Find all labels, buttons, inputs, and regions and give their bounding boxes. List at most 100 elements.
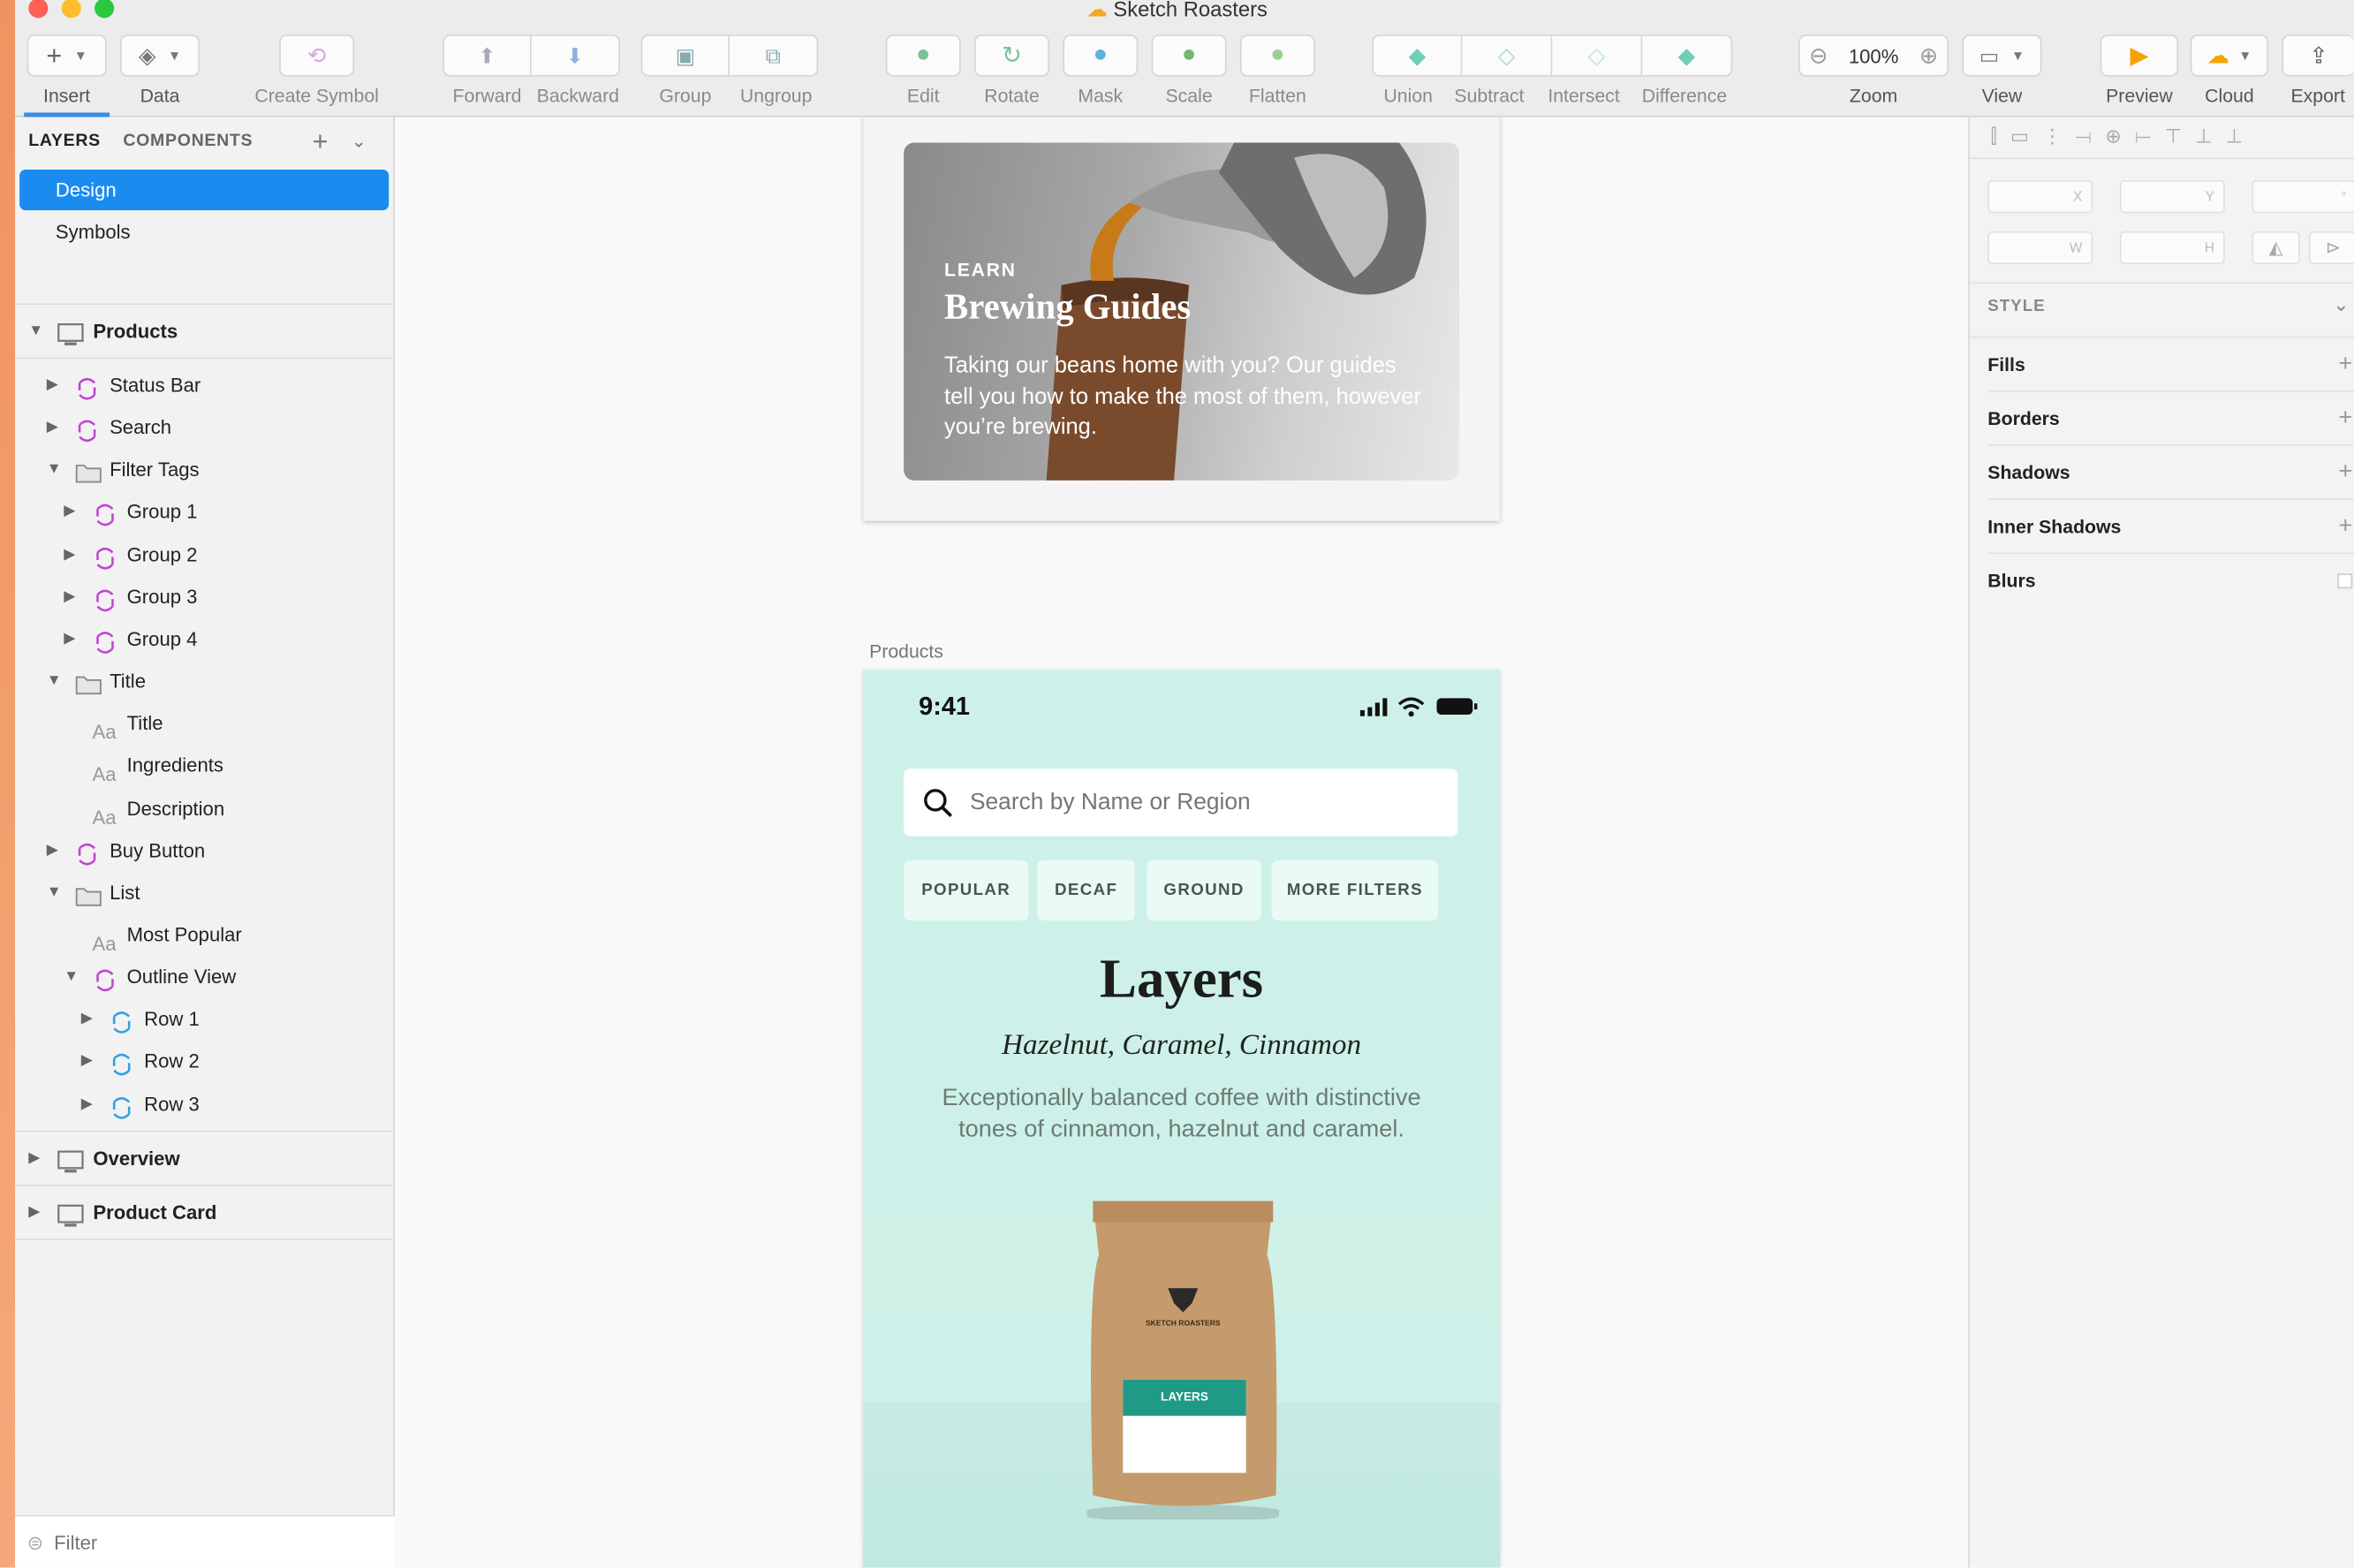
add-inner-shadow-icon[interactable]: + (2338, 500, 2352, 554)
layer-row[interactable]: ▶ Buy Button (15, 829, 395, 872)
zoom-out-icon[interactable]: ⊖ (1809, 42, 1828, 69)
forward-button[interactable]: ⬆ (443, 34, 532, 77)
disclosure-closed-icon[interactable]: ▶ (47, 829, 58, 872)
layer-row[interactable]: ▶ Status Bar (15, 365, 395, 407)
layer-row[interactable]: ▶ Row 2 (15, 1041, 395, 1083)
edit-button[interactable]: ● (885, 34, 961, 77)
disclosure-closed-icon[interactable]: ▶ (64, 492, 75, 534)
x-field[interactable]: X (1987, 179, 2093, 214)
filter-tag-popular[interactable]: POPULAR (904, 860, 1029, 920)
add-fill-icon[interactable]: + (2338, 337, 2352, 391)
add-page-icon[interactable]: + (313, 126, 329, 158)
add-shadow-icon[interactable]: + (2338, 446, 2352, 500)
rotate-button[interactable]: ↻ (974, 34, 1050, 77)
disclosure-closed-icon[interactable]: ▶ (81, 1083, 93, 1125)
export-button[interactable]: ⇪ (2282, 34, 2354, 77)
page-symbols[interactable]: Symbols (19, 212, 389, 253)
layer-row[interactable]: ▶ Row 1 (15, 999, 395, 1042)
disclosure-open-icon[interactable]: ▼ (47, 872, 62, 914)
layer-row[interactable]: ▶ Group 4 (15, 618, 395, 661)
view-button[interactable]: ▭ ▼ (1962, 34, 2042, 77)
rotation-field[interactable]: ° (2252, 179, 2354, 214)
difference-button[interactable]: ◆ (1642, 34, 1733, 77)
layer-row[interactable]: Aa Title (15, 703, 395, 746)
flatten-button[interactable]: ● (1239, 34, 1315, 77)
filter-tag-more[interactable]: MORE FILTERS (1271, 860, 1439, 920)
tab-components[interactable]: COMPONENTS (123, 133, 253, 150)
align-icons[interactable]: ⫿▭⋮⟞⊕⟝⊤⊥⊥ (1991, 125, 2257, 147)
filter-tag-decaf[interactable]: DECAF (1037, 860, 1135, 920)
create-symbol-button[interactable]: ⟲ (279, 34, 355, 77)
artboard-overview[interactable]: ▶ Overview (15, 1138, 395, 1180)
group-button[interactable]: ▣ (640, 34, 730, 77)
disclosure-closed-icon[interactable]: ▶ (64, 534, 75, 576)
layer-row[interactable]: ▼ Filter Tags (15, 450, 395, 492)
blurs-row[interactable]: Blurs (1987, 554, 2354, 608)
layer-row[interactable]: ▼ Title (15, 661, 395, 703)
artboard-products[interactable]: 9:41 POPULAR DECAF GROUND MORE FILTERS L… (863, 670, 1500, 1568)
cloud-button[interactable]: ☁ ▼ (2190, 34, 2269, 77)
y-field[interactable]: Y (2119, 179, 2225, 214)
insert-button[interactable]: + ▼ (26, 34, 107, 77)
tab-layers[interactable]: LAYERS (28, 133, 101, 150)
disclosure-closed-icon[interactable]: ▶ (47, 365, 58, 407)
zoom-in-icon[interactable]: ⊕ (1919, 42, 1938, 69)
mask-button[interactable]: ● (1063, 34, 1139, 77)
layer-row[interactable]: Aa Ingredients (15, 746, 395, 788)
layer-row[interactable]: ▶ Row 3 (15, 1083, 395, 1125)
disclosure-open-icon[interactable]: ▼ (47, 450, 62, 492)
page-design[interactable]: Design (19, 170, 390, 210)
disclosure-closed-icon[interactable]: ▶ (81, 999, 93, 1042)
disclosure-closed-icon[interactable]: ▶ (81, 1041, 93, 1083)
h-field[interactable]: H (2119, 231, 2225, 265)
blur-checkbox[interactable] (2337, 573, 2353, 589)
layer-row[interactable]: ▼ List (15, 872, 395, 914)
flip-vertical-icon[interactable]: ⊳ (2308, 231, 2354, 265)
intersect-button[interactable]: ◇ (1552, 34, 1643, 77)
fills-row[interactable]: Fills + (1987, 337, 2354, 392)
layer-row[interactable]: ▶ Group 3 (15, 576, 395, 618)
layer-row[interactable]: ▶ Group 1 (15, 492, 395, 534)
signal-icon (1359, 698, 1388, 716)
borders-row[interactable]: Borders + (1987, 392, 2354, 446)
layer-row[interactable]: ▶ Group 2 (15, 534, 395, 576)
scale-button[interactable]: ● (1151, 34, 1227, 77)
disclosure-closed-icon[interactable]: ▶ (64, 576, 75, 618)
ungroup-button[interactable]: ⧉ (730, 34, 819, 77)
search-input[interactable] (969, 784, 1420, 820)
subtract-button[interactable]: ◇ (1462, 34, 1553, 77)
layer-row[interactable]: Aa Most Popular (15, 914, 395, 957)
shadows-row[interactable]: Shadows + (1987, 446, 2354, 500)
disclosure-closed-icon[interactable]: ▶ (47, 407, 58, 450)
add-border-icon[interactable]: + (2338, 392, 2352, 446)
artboard-label[interactable]: Products (869, 641, 943, 663)
disclosure-open-icon[interactable]: ▼ (64, 957, 79, 999)
disclosure-closed-icon[interactable]: ▶ (28, 1192, 40, 1234)
artboard-products[interactable]: ▼ Products (15, 311, 395, 353)
inner-shadows-row[interactable]: Inner Shadows + (1987, 500, 2354, 555)
preview-button[interactable]: ▶ (2100, 34, 2179, 77)
artboard-card[interactable]: LEARN Brewing Guides Taking our beans ho… (863, 117, 1500, 521)
chevron-down-icon[interactable]: ⌄ (352, 131, 367, 152)
flip-horizontal-icon[interactable]: ◭ (2252, 231, 2300, 265)
layer-row[interactable]: ▶ Search (15, 407, 395, 450)
layer-row[interactable]: ▼ Outline View (15, 957, 395, 999)
disclosure-closed-icon[interactable]: ▶ (64, 618, 75, 661)
disclosure-open-icon[interactable]: ▼ (47, 661, 62, 703)
backward-button[interactable]: ⬇ (531, 34, 620, 77)
layer-row[interactable]: Aa Description (15, 787, 395, 829)
artboard-product-card[interactable]: ▶ Product Card (15, 1192, 395, 1234)
disclosure-open-icon[interactable]: ▼ (28, 311, 43, 353)
filter-input[interactable] (54, 1525, 370, 1559)
symbol-icon (93, 585, 117, 611)
filter-tag-ground[interactable]: GROUND (1147, 860, 1261, 920)
brewing-guides-card[interactable]: LEARN Brewing Guides Taking our beans ho… (904, 142, 1460, 481)
data-button[interactable]: ◈ ▼ (119, 34, 201, 77)
disclosure-closed-icon[interactable]: ▶ (28, 1138, 40, 1180)
union-button[interactable]: ◆ (1372, 34, 1463, 77)
chevron-down-icon[interactable]: ⌄ (2333, 292, 2350, 316)
canvas[interactable]: LEARN Brewing Guides Taking our beans ho… (396, 117, 1969, 1568)
w-field[interactable]: W (1987, 231, 2093, 265)
align-toolbar[interactable]: ⫿▭⋮⟞⊕⟝⊤⊥⊥ (1969, 117, 2354, 160)
search-field[interactable] (904, 769, 1458, 837)
